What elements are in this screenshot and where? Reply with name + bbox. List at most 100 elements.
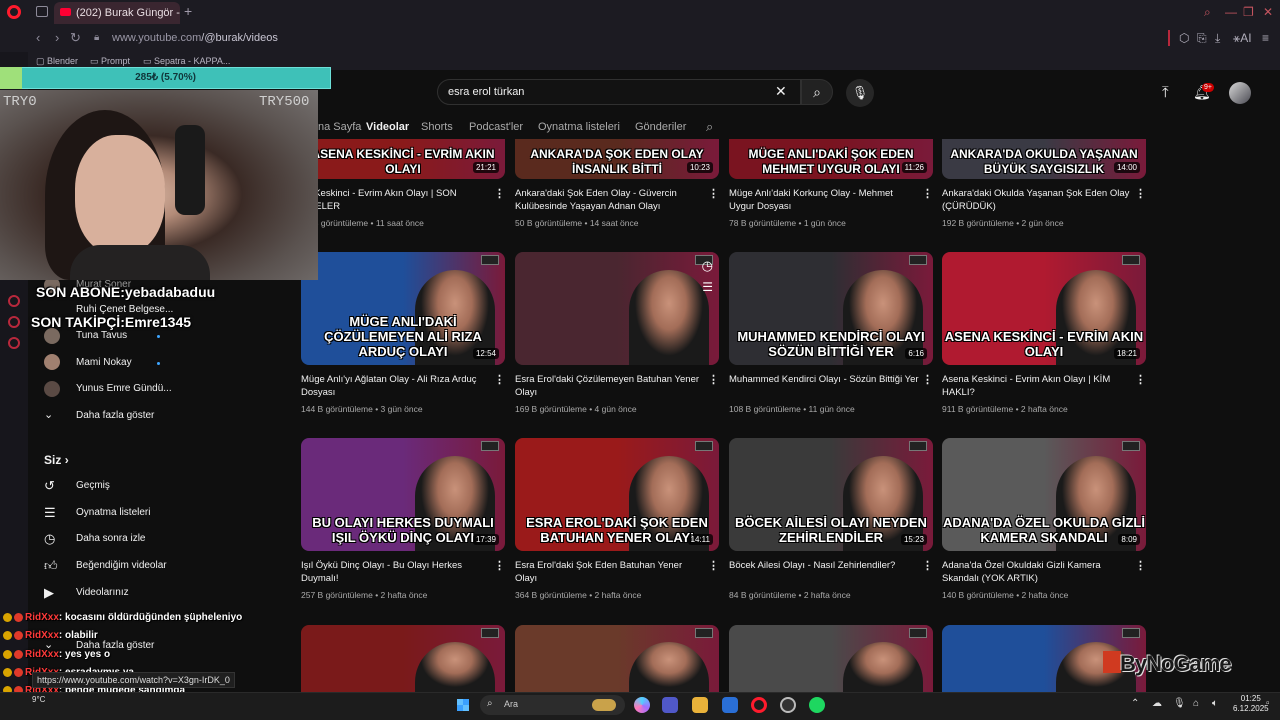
video-title[interactable]: Esra Erol'daki Şok Eden Batuhan Yener Ol…: [515, 559, 705, 585]
video-thumbnail[interactable]: MÜGE ANLI'DAKİ ÇÖZÜLEMEYEN ALİ RIZA ARDU…: [301, 252, 505, 365]
snapshot-icon[interactable]: ⎘: [1197, 31, 1207, 46]
video-title[interactable]: Müge Anlı'yı Ağlatan Olay - Ali Rıza Ard…: [301, 373, 491, 399]
new-tab-button[interactable]: +: [184, 3, 192, 19]
video-title[interactable]: Müge Anlı'daki Korkunç Olay - Mehmet Uyg…: [729, 187, 919, 213]
video-menu-icon[interactable]: ⋮: [922, 373, 933, 386]
messenger-icon[interactable]: [8, 295, 20, 307]
url-field[interactable]: www.youtube.com/@burak/videos: [112, 32, 278, 44]
obs-icon[interactable]: [780, 697, 796, 713]
browser-tab[interactable]: (202) Burak Güngör - You: [54, 2, 180, 24]
voice-search-button[interactable]: 🎙︎: [846, 79, 874, 107]
video-menu-icon[interactable]: ⋮: [494, 187, 505, 200]
extensions-icon[interactable]: ⬡: [1179, 31, 1189, 45]
video-title[interactable]: Muhammed Kendirci Olayı - Sözün Bittiği …: [729, 373, 919, 386]
aria-ai-icon[interactable]: ⚹AI: [1233, 31, 1252, 46]
sidebar-item-history[interactable]: Geçmiş: [76, 480, 110, 491]
video-thumbnail[interactable]: [515, 625, 719, 692]
video-menu-icon[interactable]: ⋮: [922, 559, 933, 572]
tab-home[interactable]: na Sayfa: [318, 121, 361, 133]
close-button[interactable]: ✕: [1263, 5, 1273, 19]
tab-podcasts[interactable]: Podcast'ler: [469, 121, 523, 133]
video-title[interactable]: Esra Erol'daki Çözülemeyen Batuhan Yener…: [515, 373, 705, 399]
video-thumbnail[interactable]: [729, 625, 933, 692]
video-menu-icon[interactable]: ⋮: [494, 559, 505, 572]
clear-search-icon[interactable]: ✕: [775, 83, 787, 100]
spotify-icon[interactable]: [809, 697, 825, 713]
tab-playlists[interactable]: Oynatma listeleri: [538, 121, 620, 133]
sidebar-item-your-videos[interactable]: Videolarınız: [76, 587, 129, 598]
video-title[interactable]: Adana'da Özel Okuldaki Gizli Kamera Skan…: [942, 559, 1132, 585]
sidebar-item-liked[interactable]: Beğendiğim videolar: [76, 560, 167, 571]
video-thumbnail[interactable]: ANKARA'DA OKULDA YAŞANAN BÜYÜK SAYGISIZL…: [942, 139, 1146, 179]
sidebar-item-tuna-tavus[interactable]: Tuna Tavus: [76, 330, 127, 341]
video-thumbnail[interactable]: BÖCEK AİLESİ OLAYI NEYDEN ZEHİRLENDİLER 1…: [729, 438, 933, 551]
tab-posts[interactable]: Gönderiler: [635, 121, 686, 133]
reload-icon[interactable]: ↻: [70, 30, 81, 46]
workspaces-icon[interactable]: [36, 6, 48, 17]
video-menu-icon[interactable]: ⋮: [708, 559, 719, 572]
teams-icon[interactable]: [662, 697, 678, 713]
opera-logo-icon[interactable]: [7, 5, 21, 19]
channel-search-icon[interactable]: ⌕: [706, 119, 713, 135]
video-title[interactable]: Işıl Öykü Dinç Olayı - Bu Olayı Herkes D…: [301, 559, 491, 585]
video-menu-icon[interactable]: ⋮: [1135, 559, 1146, 572]
download-icon[interactable]: ⤓: [1215, 31, 1220, 46]
tab-shorts[interactable]: Shorts: [421, 121, 453, 133]
create-upload-icon[interactable]: ⤒: [1162, 84, 1169, 101]
account-avatar[interactable]: [1229, 82, 1251, 104]
sidebar-item-watch-later[interactable]: Daha sonra izle: [76, 533, 145, 544]
tab-videos[interactable]: Videolar: [366, 121, 409, 133]
taskbar-clock[interactable]: 01:25 6.12.2025: [1233, 694, 1269, 714]
onedrive-icon[interactable]: ☁: [1152, 698, 1162, 709]
windows-start-icon[interactable]: [455, 697, 471, 713]
youtube-search-input[interactable]: esra erol türkan: [437, 79, 801, 105]
back-icon[interactable]: ‹: [36, 30, 40, 45]
video-title[interactable]: Ankara'daki Şok Eden Olay - Güvercin Kul…: [515, 187, 705, 213]
video-menu-icon[interactable]: ⋮: [922, 187, 933, 200]
video-title[interactable]: Ankara'daki Okulda Yaşanan Şok Eden Olay…: [942, 187, 1132, 213]
video-thumbnail[interactable]: ASENA KESKİNCİ - EVRİM AKIN OLAYI 21:21: [301, 139, 505, 179]
video-menu-icon[interactable]: ⋮: [708, 187, 719, 200]
add-to-queue-icon[interactable]: ☰: [702, 280, 713, 294]
minimize-button[interactable]: —: [1225, 5, 1237, 19]
video-thumbnail[interactable]: ADANA'DA ÖZEL OKULDA GİZLİ KAMERA SKANDA…: [942, 438, 1146, 551]
video-menu-icon[interactable]: ⋮: [1135, 373, 1146, 386]
video-thumbnail[interactable]: ESRA EROL'DAKİ ŞOK EDEN BATUHAN YENER OL…: [515, 438, 719, 551]
tab-search-icon[interactable]: ⌕: [1204, 5, 1211, 20]
file-explorer-icon[interactable]: [692, 697, 708, 713]
bookmark-prompt[interactable]: ▭ Prompt: [90, 56, 130, 67]
video-thumbnail[interactable]: ANKARA'DA ŞOK EDEN OLAY İNSANLIK BİTTİ 10…: [515, 139, 719, 179]
bookmark-blender[interactable]: ▢ Blender: [36, 56, 78, 67]
search-button[interactable]: ⌕: [801, 79, 833, 105]
opera-taskbar-icon[interactable]: [751, 697, 767, 713]
video-thumbnail[interactable]: MUHAMMED KENDİRCİ OLAYI SÖZÜN BİTTİĞİ YE…: [729, 252, 933, 365]
video-thumbnail[interactable]: BU OLAYI HERKES DUYMALI IŞIL ÖYKÜ DİNÇ O…: [301, 438, 505, 551]
video-title[interactable]: Böcek Ailesi Olayı - Nasıl Zehirlendiler…: [729, 559, 919, 572]
todo-icon[interactable]: [722, 697, 738, 713]
bookmark-sepatra[interactable]: ▭ Sepatra - KAPPA...: [143, 56, 230, 67]
watch-later-icon[interactable]: ◷: [702, 258, 713, 274]
video-title[interactable]: Asena Keskinci - Evrim Akın Olayı | KİM …: [942, 373, 1132, 399]
sidebar-item-playlists[interactable]: Oynatma listeleri: [76, 507, 150, 518]
network-icon[interactable]: ⌂: [1193, 698, 1199, 709]
video-title[interactable]: na Keskinci - Evrim Akın Olayı | SON ŞME…: [301, 187, 491, 213]
sidebar-item-yunus-emre[interactable]: Yunus Emre Gündü...: [76, 383, 172, 394]
video-thumbnail[interactable]: ◷ ☰: [515, 252, 719, 365]
notification-center-icon[interactable]: ▫: [1266, 698, 1270, 709]
instagram-icon[interactable]: [8, 316, 20, 328]
you-section-link[interactable]: Siz ›: [44, 453, 69, 467]
maximize-button[interactable]: ❐: [1243, 5, 1254, 19]
tray-chevron-icon[interactable]: ⌃: [1131, 698, 1139, 709]
sidebar-item-mami-nokay[interactable]: Mami Nokay: [76, 357, 132, 368]
menu-icon[interactable]: ≡: [1262, 31, 1269, 45]
video-thumbnail[interactable]: [301, 625, 505, 692]
forward-icon[interactable]: ›: [55, 30, 59, 45]
video-thumbnail[interactable]: MÜGE ANLI'DAKİ ŞOK EDEN MEHMET UYGUR OLA…: [729, 139, 933, 179]
weather-widget[interactable]: 9°C: [32, 695, 45, 704]
show-more-button[interactable]: Daha fazla göster: [76, 410, 154, 421]
copilot-icon[interactable]: [634, 697, 650, 713]
volume-icon[interactable]: 🔈︎: [1212, 698, 1218, 709]
video-menu-icon[interactable]: ⋮: [708, 373, 719, 386]
video-menu-icon[interactable]: ⋮: [1135, 187, 1146, 200]
mic-tray-icon[interactable]: 🎙︎: [1173, 698, 1186, 709]
